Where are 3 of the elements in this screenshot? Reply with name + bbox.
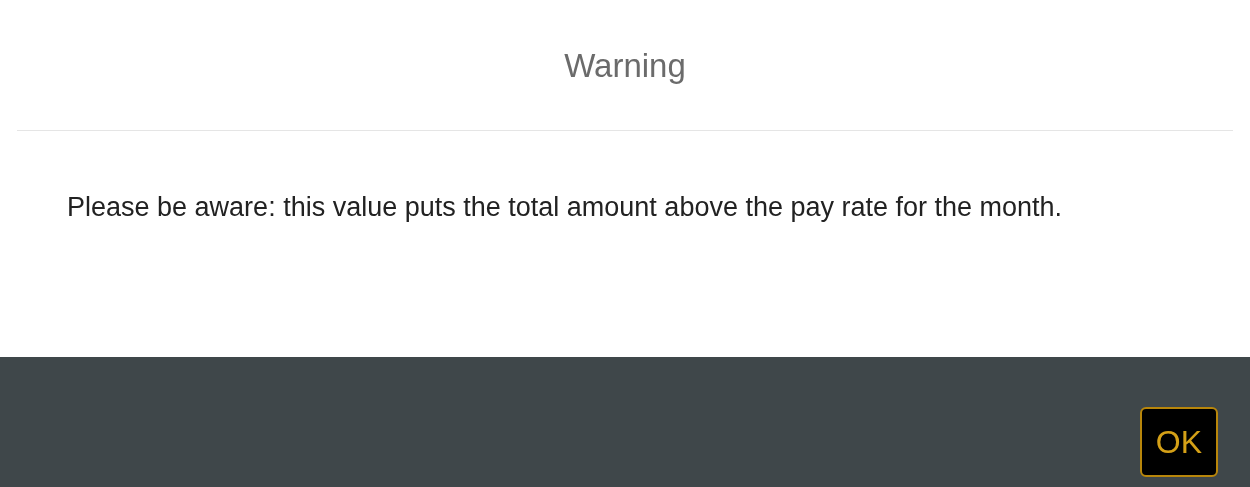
warning-message: Please be aware: this value puts the total amount above the pay rate for the month. [67,191,1064,224]
ok-button[interactable]: OK [1139,407,1218,477]
dialog-title: Warning [564,48,686,82]
